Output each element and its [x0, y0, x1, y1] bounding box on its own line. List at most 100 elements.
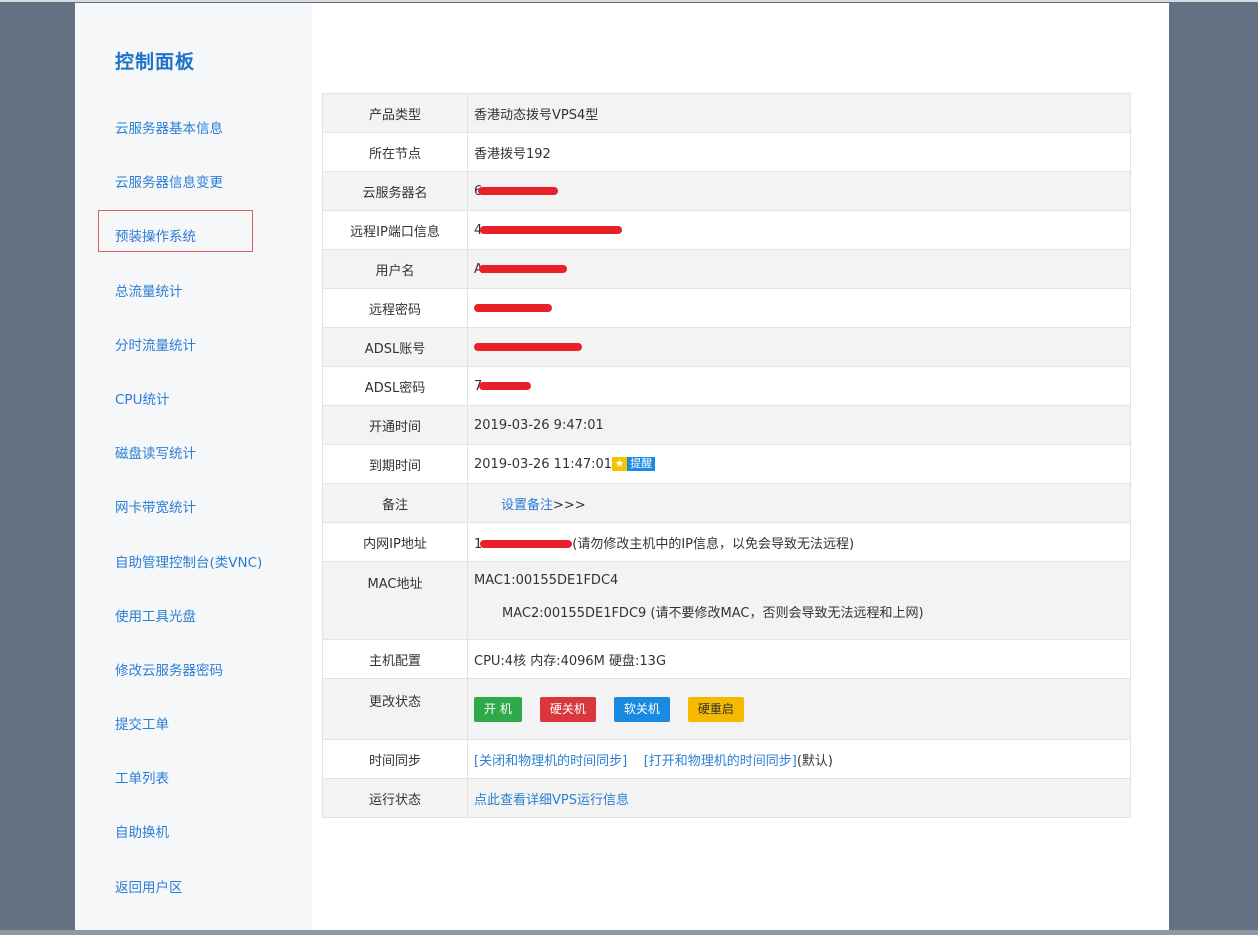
sidebar-item-label: 网卡带宽统计 — [115, 500, 196, 517]
table-row: 所在节点 香港拨号192 — [322, 132, 1131, 172]
sidebar: 控制面板 云服务器基本信息 云服务器信息变更 预装操作系统 总流量统计 分时流量… — [75, 3, 312, 930]
table-row: 主机配置 CPU:4核 内存:4096M 硬盘:13G — [322, 639, 1131, 679]
sidebar-item-label: 返回用户区 — [115, 879, 183, 896]
table-row: 开通时间 2019-03-26 9:47:01 — [322, 405, 1131, 445]
change-state-buttons: 开 机硬关机 软关机 硬重启 — [467, 678, 1131, 740]
table-row: 云服务器名 6 — [322, 171, 1131, 211]
redaction-mark — [478, 265, 567, 273]
sidebar-menu: 云服务器基本信息 云服务器信息变更 预装操作系统 总流量统计 分时流量统计 CP… — [115, 121, 262, 934]
sidebar-item-info-change[interactable]: 云服务器信息变更 — [115, 175, 262, 229]
remind-button[interactable]: 提醒 — [627, 457, 656, 471]
sidebar-item-self-swap[interactable]: 自助换机 — [115, 825, 262, 879]
row-label: 内网IP地址 — [322, 522, 468, 562]
sidebar-item-label: CPU统计 — [115, 391, 170, 408]
row-label: 产品类型 — [322, 93, 468, 133]
sidebar-item-basic-info[interactable]: 云服务器基本信息 — [115, 121, 262, 175]
username-value: A — [467, 249, 1131, 289]
sidebar-item-tool-disc[interactable]: 使用工具光盘 — [115, 609, 262, 663]
table-row: 更改状态 开 机硬关机 软关机 硬重启 — [322, 678, 1131, 740]
adsl-account-value — [467, 327, 1131, 367]
table-row: ADSL密码 7 — [322, 366, 1131, 406]
expire-time-text: 2019-03-26 11:47:01 — [474, 456, 613, 472]
disable-time-sync-link[interactable]: [关闭和物理机的时间同步] — [474, 754, 627, 769]
sidebar-item-label: 修改云服务器密码 — [115, 662, 223, 679]
row-label: MAC地址 — [322, 561, 468, 640]
row-label: 远程IP端口信息 — [322, 210, 468, 250]
sidebar-item-cpu-stats[interactable]: CPU统计 — [115, 392, 262, 446]
sidebar-item-nic-bandwidth[interactable]: 网卡带宽统计 — [115, 500, 262, 554]
sidebar-item-change-password[interactable]: 修改云服务器密码 — [115, 663, 262, 717]
bottom-border — [0, 930, 1258, 935]
time-sync-value: [关闭和物理机的时间同步] [打开和物理机的时间同步](默认) — [467, 739, 1131, 779]
control-panel-frame: 控制面板 云服务器基本信息 云服务器信息变更 预装操作系统 总流量统计 分时流量… — [75, 3, 1169, 930]
host-config-value: CPU:4核 内存:4096M 硬盘:13G — [467, 639, 1131, 679]
row-label: 云服务器名 — [322, 171, 468, 211]
sidebar-item-back-user-area[interactable]: 返回用户区 — [115, 880, 262, 934]
redaction-mark — [480, 226, 623, 234]
hard-reboot-button[interactable]: 硬重启 — [687, 696, 744, 722]
table-row: 到期时间 2019-03-26 11:47:01 ★ 提醒 — [322, 444, 1131, 484]
lan-ip-note: (请勿修改主机中的IP信息，以免会导致无法远程) — [572, 536, 855, 552]
table-row: 运行状态 点此查看详细VPS运行信息 — [322, 778, 1131, 818]
sidebar-title: 控制面板 — [115, 51, 196, 73]
enable-time-sync-link[interactable]: [打开和物理机的时间同步] — [644, 754, 797, 769]
lan-ip-value: 1 (请勿修改主机中的IP信息，以免会导致无法远程) — [467, 522, 1131, 562]
mac1-text: MAC1:00155DE1FDC4 — [474, 573, 619, 588]
node-value: 香港拨号192 — [467, 132, 1131, 172]
sidebar-item-label: 使用工具光盘 — [115, 608, 196, 625]
sidebar-item-label: 总流量统计 — [115, 283, 183, 300]
hard-shutdown-button[interactable]: 硬关机 — [539, 696, 596, 722]
row-label: 所在节点 — [322, 132, 468, 172]
sidebar-item-label: 自助管理控制台(类VNC) — [115, 554, 263, 571]
table-row: 备注 设置备注>>> — [322, 483, 1131, 523]
sidebar-item-vnc-console[interactable]: 自助管理控制台(类VNC) — [115, 555, 262, 609]
sidebar-item-label: 预装操作系统 — [115, 229, 196, 246]
row-label: 开通时间 — [322, 405, 468, 445]
row-label: 更改状态 — [322, 678, 468, 740]
row-label: 到期时间 — [322, 444, 468, 484]
table-row: 内网IP地址 1 (请勿修改主机中的IP信息，以免会导致无法远程) — [322, 522, 1131, 562]
redaction-mark — [474, 343, 582, 351]
sidebar-item-ticket-list[interactable]: 工单列表 — [115, 771, 262, 825]
view-run-state-link[interactable]: 点此查看详细VPS运行信息 — [474, 793, 629, 808]
table-row: 产品类型 香港动态拨号VPS4型 — [322, 93, 1131, 133]
set-remark-link[interactable]: 设置备注 — [501, 498, 553, 513]
adsl-password-value: 7 — [467, 366, 1131, 406]
row-label: 备注 — [322, 483, 468, 523]
mac-value: MAC1:00155DE1FDC4 MAC2:00155DE1FDC9 (请不要… — [467, 561, 1131, 640]
row-label: 时间同步 — [322, 739, 468, 779]
redaction-mark — [480, 540, 573, 548]
row-label: ADSL密码 — [322, 366, 468, 406]
time-sync-default: (默认) — [796, 753, 833, 769]
table-row: 时间同步 [关闭和物理机的时间同步] [打开和物理机的时间同步](默认) — [322, 739, 1131, 779]
soft-shutdown-button[interactable]: 软关机 — [613, 696, 670, 722]
sidebar-item-label: 云服务器信息变更 — [115, 175, 223, 192]
row-label: 用户名 — [322, 249, 468, 289]
remote-password-value — [467, 288, 1131, 328]
table-row: ADSL账号 — [322, 327, 1131, 367]
power-on-button[interactable]: 开 机 — [474, 696, 522, 722]
sidebar-item-label: 云服务器基本信息 — [115, 121, 223, 137]
sidebar-item-preinstall-os[interactable]: 预装操作系统 — [115, 229, 262, 283]
table-row: MAC地址 MAC1:00155DE1FDC4 MAC2:00155DE1FDC… — [322, 561, 1131, 640]
product-type-value: 香港动态拨号VPS4型 — [467, 93, 1131, 133]
table-row: 远程密码 — [322, 288, 1131, 328]
table-row: 用户名 A — [322, 249, 1131, 289]
sidebar-item-label: 磁盘读写统计 — [115, 446, 196, 463]
star-icon[interactable]: ★ — [612, 457, 628, 471]
sidebar-item-label: 自助换机 — [115, 825, 169, 842]
remote-ip-value: 4 — [467, 210, 1131, 250]
redaction-mark — [478, 187, 559, 195]
server-info-table: 产品类型 香港动态拨号VPS4型 所在节点 香港拨号192 云服务器名 6 远程… — [322, 93, 1131, 818]
table-row: 远程IP端口信息 4 — [322, 210, 1131, 250]
sidebar-item-disk-stats[interactable]: 磁盘读写统计 — [115, 446, 262, 500]
sidebar-item-submit-ticket[interactable]: 提交工单 — [115, 717, 262, 771]
sidebar-item-label: 工单列表 — [115, 771, 169, 788]
sidebar-item-label: 分时流量统计 — [115, 337, 196, 354]
sidebar-item-label: 提交工单 — [115, 717, 169, 734]
remark-value: 设置备注>>> — [467, 483, 1131, 523]
sidebar-item-hourly-traffic[interactable]: 分时流量统计 — [115, 338, 262, 392]
mac2-text: MAC2:00155DE1FDC9 (请不要修改MAC，否则会导致无法远程和上网… — [502, 606, 924, 621]
sidebar-item-total-traffic[interactable]: 总流量统计 — [115, 284, 262, 338]
redaction-mark — [474, 304, 552, 312]
